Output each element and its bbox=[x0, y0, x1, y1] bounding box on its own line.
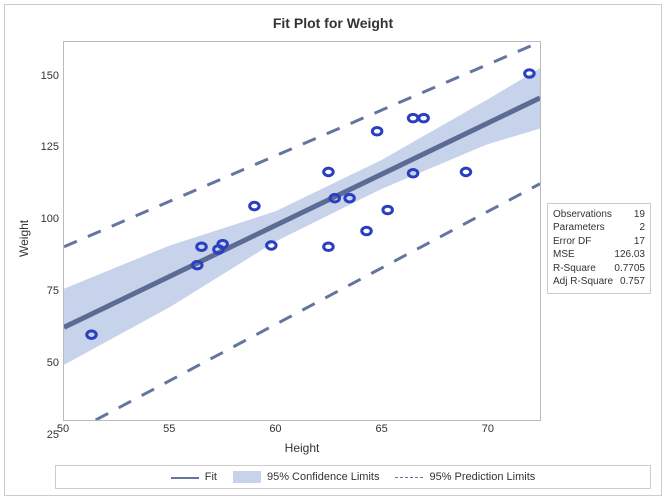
x-tick: 60 bbox=[269, 423, 281, 435]
inset-label: R-Square bbox=[553, 262, 596, 276]
data-point bbox=[419, 114, 429, 122]
chart-frame: Fit Plot for Weight Weight 2550751001251… bbox=[4, 4, 662, 496]
y-tick: 125 bbox=[41, 141, 59, 153]
inset-row: MSE 126.03 bbox=[553, 248, 645, 262]
x-tick: 65 bbox=[376, 423, 388, 435]
x-tick: 50 bbox=[57, 423, 69, 435]
inset-label: Error DF bbox=[553, 235, 591, 249]
inset-row: Error DF 17 bbox=[553, 235, 645, 249]
x-axis-ticks: 5055606570 bbox=[63, 421, 541, 439]
data-point bbox=[324, 168, 334, 176]
plot-wrap: 5055606570 Height bbox=[63, 41, 541, 455]
plot-area bbox=[63, 41, 541, 421]
data-point bbox=[362, 227, 372, 235]
y-axis-ticks: 255075100125150 bbox=[35, 41, 63, 455]
inset-label: MSE bbox=[553, 248, 575, 262]
data-point bbox=[250, 202, 260, 210]
inset-value: 126.03 bbox=[614, 248, 645, 262]
stats-inset: Observations 19 Parameters 2 Error DF 17 MSE 12… bbox=[547, 203, 651, 294]
x-tick: 55 bbox=[163, 423, 175, 435]
data-point bbox=[525, 70, 535, 78]
y-tick: 75 bbox=[47, 285, 59, 297]
y-tick: 50 bbox=[47, 357, 59, 369]
x-axis-label: Height bbox=[63, 441, 541, 455]
legend-conf-label: 95% Confidence Limits bbox=[267, 471, 380, 483]
chart-body: Weight 255075100125150 5055606570 Height… bbox=[15, 41, 651, 455]
plot-svg bbox=[64, 42, 540, 420]
legend-fit-swatch bbox=[171, 471, 199, 483]
y-axis-label: Weight bbox=[17, 239, 31, 257]
inset-value: 17 bbox=[634, 235, 645, 249]
data-point bbox=[324, 243, 334, 251]
data-point bbox=[408, 114, 418, 122]
x-tick: 70 bbox=[482, 423, 494, 435]
legend-conf-swatch bbox=[233, 471, 261, 483]
inset-label: Parameters bbox=[553, 221, 605, 235]
y-tick: 100 bbox=[41, 213, 59, 225]
inset-row: Observations 19 bbox=[553, 208, 645, 222]
inset-label: Observations bbox=[553, 208, 612, 222]
legend-pred-swatch bbox=[395, 471, 423, 483]
data-point bbox=[383, 206, 393, 214]
inset-value: 19 bbox=[634, 208, 645, 222]
legend-fit: Fit bbox=[171, 471, 217, 483]
legend-conf: 95% Confidence Limits bbox=[233, 471, 380, 483]
legend-pred: 95% Prediction Limits bbox=[395, 471, 535, 483]
legend: Fit 95% Confidence Limits 95% Prediction… bbox=[55, 465, 651, 489]
inset-row: Parameters 2 bbox=[553, 221, 645, 235]
chart-title: Fit Plot for Weight bbox=[5, 15, 661, 31]
y-tick: 150 bbox=[41, 70, 59, 82]
legend-pred-label: 95% Prediction Limits bbox=[429, 471, 535, 483]
inset-value: 0.757 bbox=[620, 275, 645, 289]
confidence-band bbox=[64, 68, 540, 365]
inset-value: 0.7705 bbox=[614, 262, 645, 276]
inset-label: Adj R-Square bbox=[553, 275, 613, 289]
inset-row: R-Square 0.7705 bbox=[553, 262, 645, 276]
inset-row: Adj R-Square 0.757 bbox=[553, 275, 645, 289]
data-point bbox=[461, 168, 471, 176]
data-point bbox=[267, 242, 277, 250]
data-point bbox=[372, 127, 382, 135]
inset-value: 2 bbox=[639, 221, 645, 235]
legend-fit-label: Fit bbox=[205, 471, 217, 483]
fit-line bbox=[64, 98, 540, 327]
